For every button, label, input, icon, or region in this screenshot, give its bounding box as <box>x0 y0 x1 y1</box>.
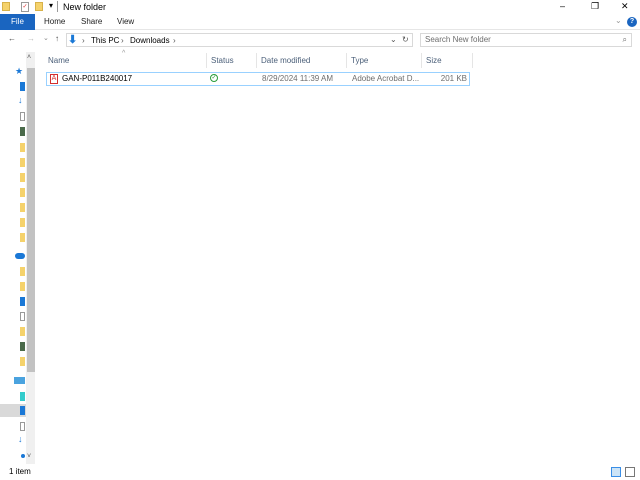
search-icon: ⌕ <box>622 35 627 44</box>
folder-icon[interactable] <box>20 282 25 291</box>
search-placeholder: Search New folder <box>425 35 491 44</box>
status-bar: 1 item <box>0 464 640 480</box>
maximize-button[interactable]: ❐ <box>591 1 599 12</box>
help-icon[interactable]: ? <box>627 17 637 27</box>
refresh-button[interactable]: ↻ <box>402 35 409 44</box>
folder-icon[interactable] <box>20 158 25 167</box>
pictures-icon[interactable] <box>20 342 25 351</box>
forward-button[interactable]: → <box>27 34 35 43</box>
tab-home[interactable]: Home <box>44 14 65 30</box>
new-folder-icon[interactable] <box>35 2 43 11</box>
column-size[interactable]: Size <box>422 53 473 68</box>
folder-icon[interactable] <box>20 218 25 227</box>
properties-icon[interactable]: ✓ <box>21 2 29 12</box>
pictures-icon[interactable] <box>20 127 25 136</box>
back-button[interactable]: ← <box>8 34 16 43</box>
folder-icon[interactable] <box>20 233 25 242</box>
folder-icon <box>2 2 10 11</box>
large-icons-view-button[interactable] <box>625 467 635 477</box>
folder-icon[interactable] <box>20 357 25 366</box>
file-size: 201 KB <box>440 74 467 83</box>
onedrive-icon[interactable] <box>15 253 25 259</box>
column-status[interactable]: Status <box>207 53 257 68</box>
folder-icon[interactable] <box>20 188 25 197</box>
item-count: 1 item <box>9 467 31 476</box>
breadcrumb-this-pc[interactable]: This PC <box>91 36 119 45</box>
address-bar[interactable]: ⬇ › This PC › Downloads › ⌄ ↻ <box>66 33 413 47</box>
folder-icon[interactable] <box>20 327 25 336</box>
file-row[interactable]: A GAN-P011B240017 ✓ 8/29/2024 11:39 AM A… <box>46 72 470 86</box>
breadcrumb-separator[interactable]: › <box>173 36 176 45</box>
qat-customize-icon[interactable]: ▾ <box>49 1 53 10</box>
file-date: 8/29/2024 11:39 AM <box>262 74 334 83</box>
folder-icon[interactable] <box>20 267 25 276</box>
this-pc-icon[interactable] <box>14 377 25 384</box>
desktop-icon[interactable] <box>20 82 25 91</box>
close-button[interactable]: ✕ <box>621 1 629 12</box>
search-input[interactable]: Search New folder ⌕ <box>420 33 632 47</box>
breadcrumb-separator[interactable]: › <box>82 36 85 45</box>
title-bar: ✓ ▾ New folder – ❐ ✕ <box>0 0 640 14</box>
documents-icon[interactable] <box>20 312 25 321</box>
file-name[interactable]: GAN-P011B240017 <box>62 73 132 85</box>
sync-ok-icon: ✓ <box>210 74 218 82</box>
address-dropdown-icon[interactable]: ⌄ <box>390 35 397 44</box>
tab-file[interactable]: File <box>0 14 35 30</box>
documents-icon[interactable] <box>20 422 25 431</box>
downloads-icon[interactable]: ↓ <box>18 434 23 444</box>
window-title: New folder <box>63 2 107 12</box>
nav-scrollbar-thumb[interactable] <box>27 68 35 372</box>
music-icon[interactable] <box>21 454 25 458</box>
expand-ribbon-icon[interactable]: ⌄ <box>615 16 622 25</box>
recent-locations-button[interactable]: ⌄ <box>43 34 49 42</box>
pdf-icon: A <box>50 74 58 84</box>
folder-icon[interactable] <box>20 203 25 212</box>
column-date-modified[interactable]: Date modified <box>257 53 347 68</box>
folder-icon[interactable] <box>20 173 25 182</box>
tab-view[interactable]: View <box>117 14 134 30</box>
details-view-button[interactable] <box>611 467 621 477</box>
breadcrumb-separator[interactable]: › <box>121 36 124 45</box>
documents-icon[interactable] <box>20 112 25 121</box>
downloads-icon: ⬇ <box>68 34 78 46</box>
scroll-down-icon[interactable]: ˅ <box>27 453 31 460</box>
ribbon: File Home Share View ⌄ ? <box>0 14 640 30</box>
breadcrumb-downloads[interactable]: Downloads <box>130 36 170 45</box>
scroll-up-icon[interactable]: ˄ <box>27 54 31 61</box>
desktop-icon[interactable] <box>20 297 25 306</box>
folder-icon[interactable] <box>20 143 25 152</box>
column-type[interactable]: Type <box>347 53 422 68</box>
3d-objects-icon[interactable] <box>20 392 25 401</box>
file-type: Adobe Acrobat D... <box>352 74 420 83</box>
quick-access-star-icon[interactable]: ★ <box>15 66 23 77</box>
minimize-button[interactable]: – <box>560 1 565 11</box>
up-button[interactable]: ↑ <box>55 34 59 43</box>
column-name[interactable]: Name <box>44 53 207 68</box>
desktop-icon[interactable] <box>20 406 25 415</box>
divider <box>57 1 58 12</box>
tab-share[interactable]: Share <box>81 14 102 30</box>
downloads-icon[interactable]: ↓ <box>18 95 23 105</box>
